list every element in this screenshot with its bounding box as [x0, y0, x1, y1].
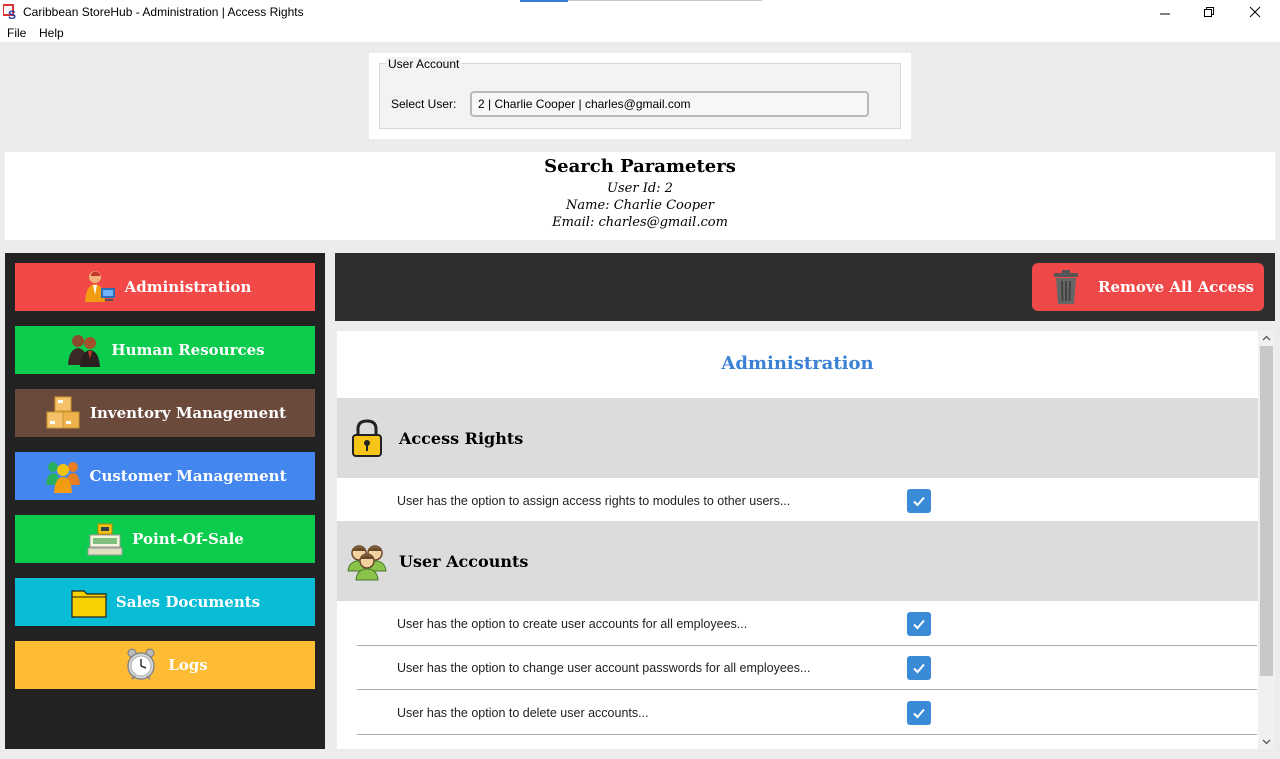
close-icon: [1249, 6, 1261, 18]
permission-row: User has the option to change user accou…: [357, 645, 1257, 690]
select-user-label: Select User:: [391, 97, 457, 111]
trash-can-icon: [1046, 267, 1086, 307]
boxes-icon: [44, 394, 82, 432]
restore-icon: [1204, 7, 1214, 17]
section-label: Access Rights: [399, 429, 524, 448]
sidebar-item-customer-management[interactable]: Customer Management: [15, 452, 315, 500]
chevron-down-icon: [1262, 739, 1271, 745]
select-user-dropdown[interactable]: 2 | Charlie Cooper | charles@gmail.com: [470, 91, 869, 117]
alarm-clock-icon: [122, 646, 160, 684]
remove-all-access-label: Remove All Access: [1098, 278, 1254, 296]
permission-text: User has the option to create user accou…: [397, 617, 748, 631]
permission-row: User has the option to assign access rig…: [357, 478, 1257, 523]
search-parameters-panel: Search Parameters User Id: 2 Name: Charl…: [5, 152, 1275, 240]
minimize-button[interactable]: [1142, 0, 1188, 24]
sidebar-item-label: Sales Documents: [115, 593, 261, 611]
menu-file[interactable]: File: [7, 26, 26, 40]
padlock-icon: [347, 418, 387, 458]
sidebar-item-label: Human Resources: [111, 341, 265, 359]
checkmark-icon: [913, 708, 925, 719]
title-accent-line: [568, 0, 762, 1]
people-icon: [65, 331, 103, 369]
menu-help[interactable]: Help: [39, 26, 64, 40]
module-sidebar: Administration Human Resources Inventory…: [5, 253, 325, 749]
app-logo-icon: S: [3, 4, 16, 20]
vertical-scrollbar[interactable]: [1258, 331, 1275, 749]
section-access-rights: Access Rights: [337, 398, 1258, 478]
scrollbar-thumb[interactable]: [1260, 346, 1273, 676]
permission-text: User has the option to assign access rig…: [397, 494, 791, 508]
checkmark-icon: [913, 619, 925, 630]
sidebar-item-point-of-sale[interactable]: Point-Of-Sale: [15, 515, 315, 563]
permission-checkbox[interactable]: [907, 701, 931, 725]
customers-icon: [44, 457, 82, 495]
user-account-panel: User Account Select User: 2 | Charlie Co…: [369, 53, 911, 139]
sidebar-item-inventory-management[interactable]: Inventory Management: [15, 389, 315, 437]
remove-all-access-button[interactable]: Remove All Access: [1032, 263, 1264, 311]
permission-checkbox[interactable]: [907, 612, 931, 636]
module-header-bar: Remove All Access: [335, 253, 1275, 321]
sidebar-item-human-resources[interactable]: Human Resources: [15, 326, 315, 374]
chevron-up-icon: [1262, 335, 1271, 341]
user-account-legend: User Account: [386, 57, 462, 71]
svg-text:S: S: [8, 8, 16, 20]
user-account-group: User Account Select User: 2 | Charlie Co…: [379, 57, 901, 129]
user-group-icon: [347, 541, 387, 581]
minimize-icon: [1160, 13, 1170, 15]
search-parameters-title: Search Parameters: [544, 156, 736, 177]
restore-button[interactable]: [1186, 0, 1232, 24]
sidebar-item-administration[interactable]: Administration: [15, 263, 315, 311]
search-name: Name: Charlie Cooper: [566, 198, 714, 213]
sidebar-item-logs[interactable]: Logs: [15, 641, 315, 689]
permission-checkbox[interactable]: [907, 489, 931, 513]
scroll-down-button[interactable]: [1258, 735, 1275, 749]
sidebar-item-sales-documents[interactable]: Sales Documents: [15, 578, 315, 626]
section-user-accounts: User Accounts: [337, 521, 1258, 601]
title-accent: [520, 0, 568, 2]
permission-row: User has the option to create user accou…: [357, 601, 1257, 646]
cash-register-icon: [86, 520, 124, 558]
checkmark-icon: [913, 663, 925, 674]
title-bar: S Caribbean StoreHub - Administration | …: [0, 0, 1280, 24]
sidebar-item-label: Inventory Management: [89, 404, 287, 422]
menu-bar: File Help: [0, 24, 1280, 42]
sidebar-item-label: Logs: [168, 656, 208, 674]
permission-text: User has the option to change user accou…: [397, 661, 811, 675]
window-title: Caribbean StoreHub - Administration | Ac…: [23, 5, 304, 19]
scroll-up-button[interactable]: [1258, 331, 1275, 345]
folder-icon: [70, 583, 108, 621]
sidebar-item-label: Customer Management: [89, 467, 287, 485]
search-user-id: User Id: 2: [607, 181, 673, 196]
sidebar-item-label: Administration: [124, 278, 252, 296]
administrator-icon: [79, 268, 117, 306]
permissions-panel: Administration Access Rights User has th…: [337, 331, 1258, 749]
search-email: Email: charles@gmail.com: [552, 215, 728, 230]
permission-checkbox[interactable]: [907, 656, 931, 680]
permission-text: User has the option to delete user accou…: [397, 706, 649, 720]
section-label: User Accounts: [399, 552, 529, 571]
sidebar-item-label: Point-Of-Sale: [132, 530, 244, 548]
permission-row: User has the option to delete user accou…: [357, 690, 1257, 735]
close-button[interactable]: [1232, 0, 1278, 24]
module-title: Administration: [721, 353, 874, 374]
checkmark-icon: [913, 496, 925, 507]
